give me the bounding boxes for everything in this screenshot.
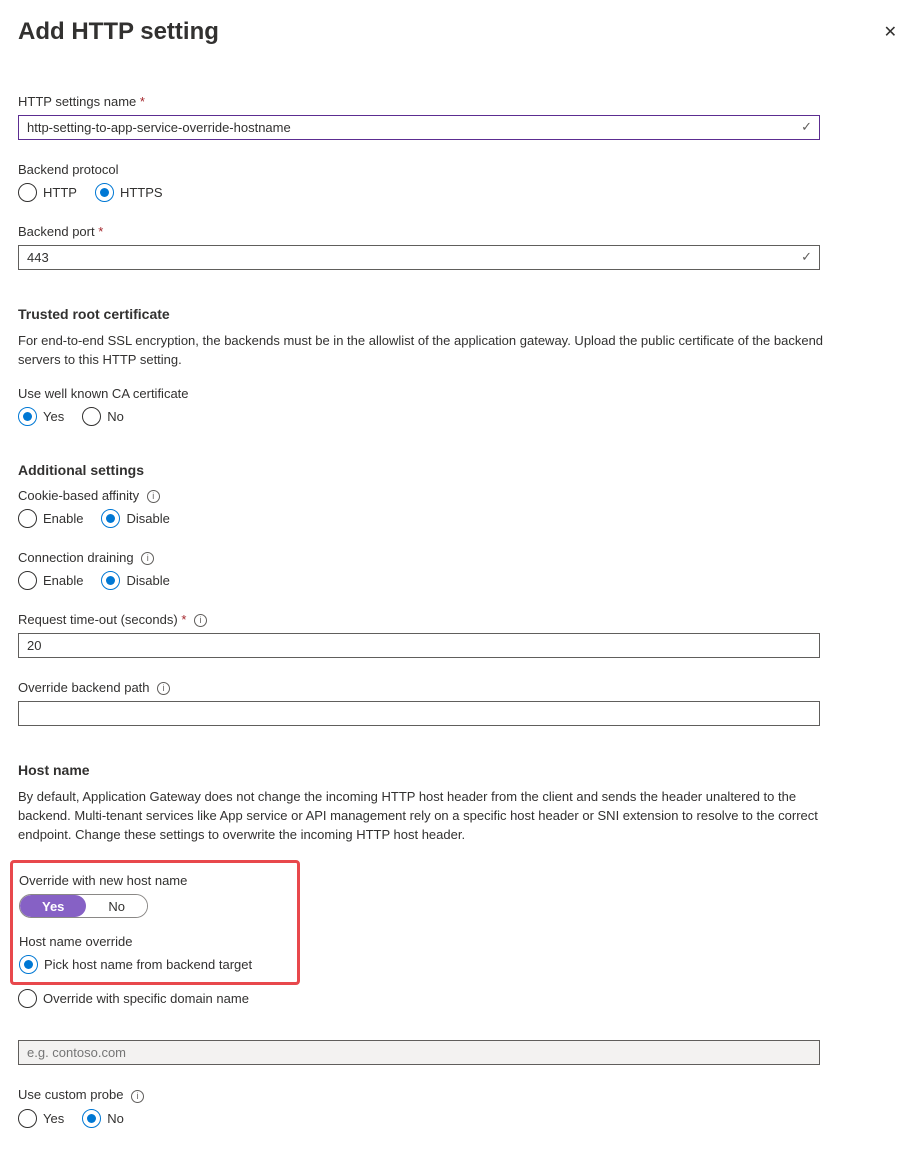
additional-settings-heading: Additional settings <box>18 462 901 478</box>
connection-draining-disable[interactable]: Disable <box>101 571 169 590</box>
radio-label: Enable <box>43 573 83 588</box>
override-new-hostname-label: Override with new host name <box>19 873 289 888</box>
page-title: Add HTTP setting <box>18 18 219 46</box>
backend-port-label: Backend port * <box>18 224 901 239</box>
hostname-override-specific-domain[interactable]: Override with specific domain name <box>18 989 901 1008</box>
settings-name-label: HTTP settings name * <box>18 94 901 109</box>
radio-label: Override with specific domain name <box>43 991 249 1006</box>
hostname-heading: Host name <box>18 762 901 778</box>
info-icon[interactable]: i <box>147 490 160 503</box>
cookie-affinity-enable[interactable]: Enable <box>18 509 83 528</box>
hostname-override-label: Host name override <box>19 934 289 949</box>
radio-label: HTTPS <box>120 185 163 200</box>
override-new-hostname-toggle[interactable]: Yes No <box>19 894 148 918</box>
custom-probe-yes[interactable]: Yes <box>18 1109 64 1128</box>
custom-probe-label: Use custom probe i <box>18 1087 901 1102</box>
custom-probe-no[interactable]: No <box>82 1109 124 1128</box>
override-backend-path-label: Override backend path i <box>18 680 901 695</box>
info-icon[interactable]: i <box>131 1090 144 1103</box>
radio-label: No <box>107 409 124 424</box>
request-timeout-input[interactable] <box>18 633 820 658</box>
backend-protocol-label: Backend protocol <box>18 162 901 177</box>
hostname-description: By default, Application Gateway does not… <box>18 788 838 845</box>
trusted-root-heading: Trusted root certificate <box>18 306 901 322</box>
well-known-ca-no[interactable]: No <box>82 407 124 426</box>
radio-label: Yes <box>43 1111 64 1126</box>
info-icon[interactable]: i <box>157 682 170 695</box>
well-known-ca-label: Use well known CA certificate <box>18 386 901 401</box>
radio-label: Yes <box>43 409 64 424</box>
connection-draining-enable[interactable]: Enable <box>18 571 83 590</box>
info-icon[interactable]: i <box>194 614 207 627</box>
override-new-hostname-yes[interactable]: Yes <box>20 895 86 917</box>
settings-name-input[interactable] <box>18 115 820 140</box>
backend-protocol-http[interactable]: HTTP <box>18 183 77 202</box>
info-icon[interactable]: i <box>141 552 154 565</box>
request-timeout-label: Request time-out (seconds) * i <box>18 612 901 627</box>
backend-protocol-https[interactable]: HTTPS <box>95 183 163 202</box>
radio-label: Enable <box>43 511 83 526</box>
close-icon[interactable]: ✕ <box>884 22 897 42</box>
radio-label: Pick host name from backend target <box>44 957 252 972</box>
backend-port-input[interactable] <box>18 245 820 270</box>
connection-draining-label: Connection draining i <box>18 550 901 565</box>
radio-label: HTTP <box>43 185 77 200</box>
override-backend-path-input[interactable] <box>18 701 820 726</box>
hostname-highlight: Override with new host name Yes No Host … <box>10 860 300 985</box>
well-known-ca-yes[interactable]: Yes <box>18 407 64 426</box>
hostname-override-pick-backend[interactable]: Pick host name from backend target <box>19 955 289 974</box>
cookie-affinity-disable[interactable]: Disable <box>101 509 169 528</box>
radio-label: No <box>107 1111 124 1126</box>
trusted-root-description: For end-to-end SSL encryption, the backe… <box>18 332 838 370</box>
radio-label: Disable <box>126 573 169 588</box>
override-new-hostname-no[interactable]: No <box>86 895 147 917</box>
specific-host-input <box>18 1040 820 1065</box>
radio-label: Disable <box>126 511 169 526</box>
cookie-affinity-label: Cookie-based affinity i <box>18 488 901 503</box>
